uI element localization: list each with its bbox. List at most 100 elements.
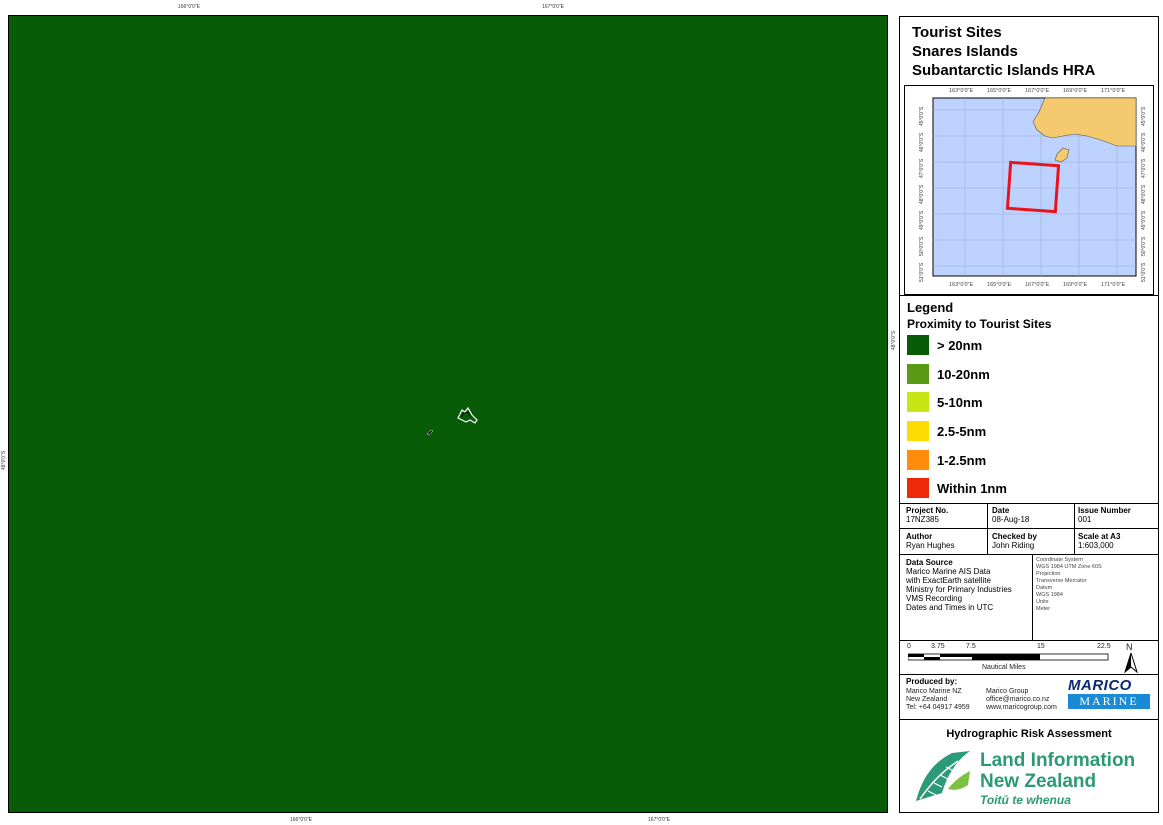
legend-label: 1-2.5nm bbox=[937, 453, 987, 468]
inset-top-tick-5: 171°0'0"E bbox=[1101, 88, 1126, 94]
map-bottom-tick-2: 167°0'0"E bbox=[648, 817, 670, 823]
author-cell: Author Ryan Hughes bbox=[906, 532, 954, 550]
inset-bottom-tick-3: 167°0'0"E bbox=[1025, 282, 1050, 288]
scale-cell: Scale at A3 1:603,000 bbox=[1078, 532, 1120, 550]
north-label: N bbox=[1126, 642, 1133, 652]
producer-line: Marico Group bbox=[986, 688, 1029, 695]
coord-line: Units bbox=[1036, 599, 1049, 605]
main-island bbox=[457, 406, 478, 424]
divider-info-top bbox=[900, 503, 1158, 504]
coord-line: Coordinate System bbox=[1036, 557, 1083, 563]
author-label: Author bbox=[906, 532, 933, 541]
western-chain-island bbox=[426, 429, 434, 436]
data-source-line: Dates and Times in UTC bbox=[906, 603, 994, 612]
scale-tick-4: 22.5 bbox=[1097, 643, 1111, 650]
inset-right-tick-4: 48°0'0"S bbox=[1141, 184, 1147, 204]
inset-left-tick-6: 50°0'0"S bbox=[919, 236, 925, 256]
legend-swatch bbox=[907, 450, 929, 470]
issue-value: 001 bbox=[1078, 515, 1092, 524]
coord-line: Meter bbox=[1036, 606, 1051, 612]
divider-hra-top bbox=[900, 719, 1158, 720]
legend-item-10-20nm: 10-20nm bbox=[907, 364, 1107, 386]
coord-line: Transverse Mercator bbox=[1036, 578, 1087, 584]
inset-left-tick-2: 46°0'0"S bbox=[919, 132, 925, 152]
linz-fern-icon bbox=[916, 751, 970, 801]
scale-bar bbox=[908, 653, 1109, 661]
inset-top-tick-3: 167°0'0"E bbox=[1025, 88, 1050, 94]
producer-col2: Marico Group office@marico.co.nz www.mar… bbox=[986, 688, 1057, 712]
coord-line: WGS 1984 bbox=[1036, 592, 1063, 598]
project-no-label: Project No. bbox=[906, 506, 949, 515]
producer-line: Tel: +64 04917 4959 bbox=[906, 704, 970, 711]
legend-item-2-5-5nm: 2.5-5nm bbox=[907, 421, 1107, 443]
checked-cell: Checked by John Riding bbox=[992, 532, 1037, 550]
inset-bottom-tick-4: 169°0'0"E bbox=[1063, 282, 1088, 288]
inset-top-tick-4: 169°0'0"E bbox=[1063, 88, 1088, 94]
scale-units: Nautical Miles bbox=[982, 664, 1026, 671]
inset-left-tick-1: 45°0'0"S bbox=[919, 106, 925, 126]
producer-line: www.maricogroup.com bbox=[986, 704, 1057, 711]
legend-label: 5-10nm bbox=[937, 395, 983, 410]
inset-right-tick-5: 49°0'0"S bbox=[1141, 210, 1147, 230]
map-info-panel: Tourist Sites Snares Islands Subantarcti… bbox=[899, 16, 1159, 813]
title-line-2: Snares Islands bbox=[912, 43, 1018, 60]
legend-item-over-20nm: > 20nm bbox=[907, 335, 1107, 357]
legend-swatch bbox=[907, 364, 929, 384]
legend-item-5-10nm: 5-10nm bbox=[907, 392, 1107, 414]
project-no-value: 17NZ385 bbox=[906, 515, 939, 524]
inset-right-tick-2: 46°0'0"S bbox=[1141, 132, 1147, 152]
marico-marine-logo: MARICO MARINE bbox=[1068, 677, 1150, 709]
data-source-line: Ministry for Primary Industries bbox=[906, 585, 1012, 594]
divider-info-mid bbox=[900, 528, 1158, 529]
legend-swatch bbox=[907, 392, 929, 412]
inset-bottom-tick-5: 171°0'0"E bbox=[1101, 282, 1126, 288]
scale-tick-3: 15 bbox=[1037, 643, 1045, 650]
snares-islands bbox=[426, 406, 478, 436]
inset-bottom-tick-1: 163°0'0"E bbox=[949, 282, 974, 288]
legend-label: > 20nm bbox=[937, 338, 983, 353]
data-source-label: Data Source bbox=[906, 558, 953, 567]
divider-scalebar-top bbox=[900, 640, 1158, 641]
coord-line: Datum bbox=[1036, 585, 1053, 591]
map-title: Tourist Sites Snares Islands Subantarcti… bbox=[912, 23, 1095, 80]
issue-cell: Issue Number 001 bbox=[1078, 506, 1131, 524]
north-arrow-icon bbox=[1124, 653, 1138, 673]
legend-item-1-2-5nm: 1-2.5nm bbox=[907, 450, 1107, 472]
author-value: Ryan Hughes bbox=[906, 541, 955, 550]
datasource-divider bbox=[1032, 554, 1033, 640]
inset-top-tick-2: 165°0'0"E bbox=[987, 88, 1012, 94]
producer-line: Marico Marine NZ bbox=[906, 688, 962, 695]
legend-subtitle: Proximity to Tourist Sites bbox=[907, 317, 1052, 331]
map-top-tick-2: 167°0'0"E bbox=[542, 4, 564, 10]
legend-swatch bbox=[907, 335, 929, 355]
scale-label: Scale at A3 bbox=[1078, 532, 1121, 541]
producer-line: office@marico.co.nz bbox=[986, 696, 1050, 703]
map-right-tick: 48°0'0"S bbox=[891, 330, 897, 350]
data-source-line: with ExactEarth satellite bbox=[906, 576, 991, 585]
map-top-tick-1: 166°0'0"E bbox=[178, 4, 200, 10]
inset-top-tick-1: 163°0'0"E bbox=[949, 88, 974, 94]
coordinate-system-block: Coordinate System WGS 1984 UTM Zone 60S … bbox=[1036, 557, 1102, 613]
inset-svg bbox=[932, 97, 1137, 277]
hydrographic-risk-assessment: Hydrographic Risk Assessment bbox=[946, 728, 1112, 740]
inset-left-tick-4: 48°0'0"S bbox=[919, 184, 925, 204]
legend-swatch bbox=[907, 478, 929, 498]
legend-label: 2.5-5nm bbox=[937, 424, 987, 439]
title-line-3: Subantarctic Islands HRA bbox=[912, 62, 1096, 79]
data-source-block: Data Source Marico Marine AIS Data with … bbox=[906, 558, 1012, 612]
data-source-line: Marico Marine AIS Data bbox=[906, 567, 991, 576]
inset-left-tick-5: 49°0'0"S bbox=[919, 210, 925, 230]
coord-line: WGS 1984 UTM Zone 60S bbox=[1036, 564, 1102, 570]
divider-datasource-top bbox=[900, 554, 1158, 555]
legend-swatch bbox=[907, 421, 929, 441]
inset-bottom-tick-2: 165°0'0"E bbox=[987, 282, 1012, 288]
checked-label: Checked by bbox=[992, 532, 1037, 541]
legend-title: Legend bbox=[907, 300, 954, 315]
map-left-tick: 48°0'0"S bbox=[1, 450, 7, 470]
legend-label: Within 1nm bbox=[937, 481, 1007, 496]
data-source-line: VMS Recording bbox=[906, 594, 963, 603]
producer-label: Produced by: bbox=[906, 677, 957, 686]
producer-col1: Marico Marine NZ New Zealand Tel: +64 04… bbox=[906, 688, 970, 712]
divider-legend-top bbox=[900, 295, 1158, 296]
main-map[interactable] bbox=[8, 15, 888, 813]
